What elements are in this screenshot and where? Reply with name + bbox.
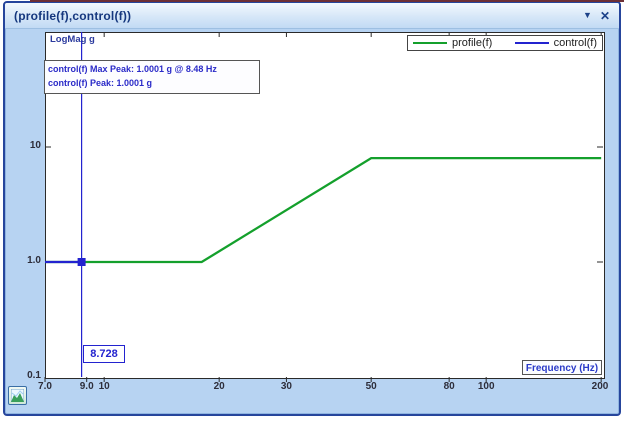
x-tick-label: 50 (354, 381, 388, 392)
x-tick-label: 7.0 (28, 381, 62, 392)
control-line-swatch-icon (515, 42, 549, 44)
cursor-marker[interactable] (78, 258, 86, 266)
window-close-icon[interactable]: ✕ (600, 10, 610, 22)
chart-thumbnail-icon (11, 389, 24, 402)
y-tick-label: 10 (5, 140, 41, 151)
max-peak-text: control(f) Max Peak: 1.0001 g @ 8.48 Hz (48, 63, 256, 77)
x-tick-label: 100 (469, 381, 503, 392)
peak-info-box: control(f) Max Peak: 1.0001 g @ 8.48 Hz … (44, 60, 260, 94)
legend-item-control: control(f) (515, 37, 597, 49)
x-tick-label: 80 (432, 381, 466, 392)
plot-window: (profile(f),control(f)) ▼ ✕ LogMag g pro… (3, 1, 621, 416)
x-tick-label: 30 (269, 381, 303, 392)
legend-item-profile: profile(f) (413, 37, 492, 49)
profile-line-swatch-icon (413, 42, 447, 44)
trace-profilef (45, 158, 601, 262)
legend: profile(f) control(f) (407, 35, 603, 51)
y-axis-unit-label: LogMag g (50, 34, 95, 45)
peak-text: control(f) Peak: 1.0001 g (48, 77, 256, 91)
window-titlebar: (profile(f),control(f)) ▼ ✕ (5, 3, 619, 29)
top-accent-line (30, 0, 624, 2)
cursor-frequency-readout[interactable]: 8.728 (83, 345, 125, 363)
x-tick-label: 10 (87, 381, 121, 392)
y-tick-label: 1.0 (5, 255, 41, 266)
thumbnail-view-button[interactable] (8, 386, 27, 405)
legend-label-profile: profile(f) (452, 37, 492, 49)
x-tick-label: 200 (583, 381, 617, 392)
x-axis-title-label: Frequency (Hz) (522, 360, 602, 375)
window-dropdown-icon[interactable]: ▼ (583, 11, 592, 20)
legend-label-control: control(f) (554, 37, 597, 49)
plot-content: LogMag g profile(f) control(f) control(f… (5, 29, 619, 414)
x-tick-label: 20 (202, 381, 236, 392)
y-tick-label: 0.1 (5, 370, 41, 381)
window-title: (profile(f),control(f)) (14, 9, 575, 23)
